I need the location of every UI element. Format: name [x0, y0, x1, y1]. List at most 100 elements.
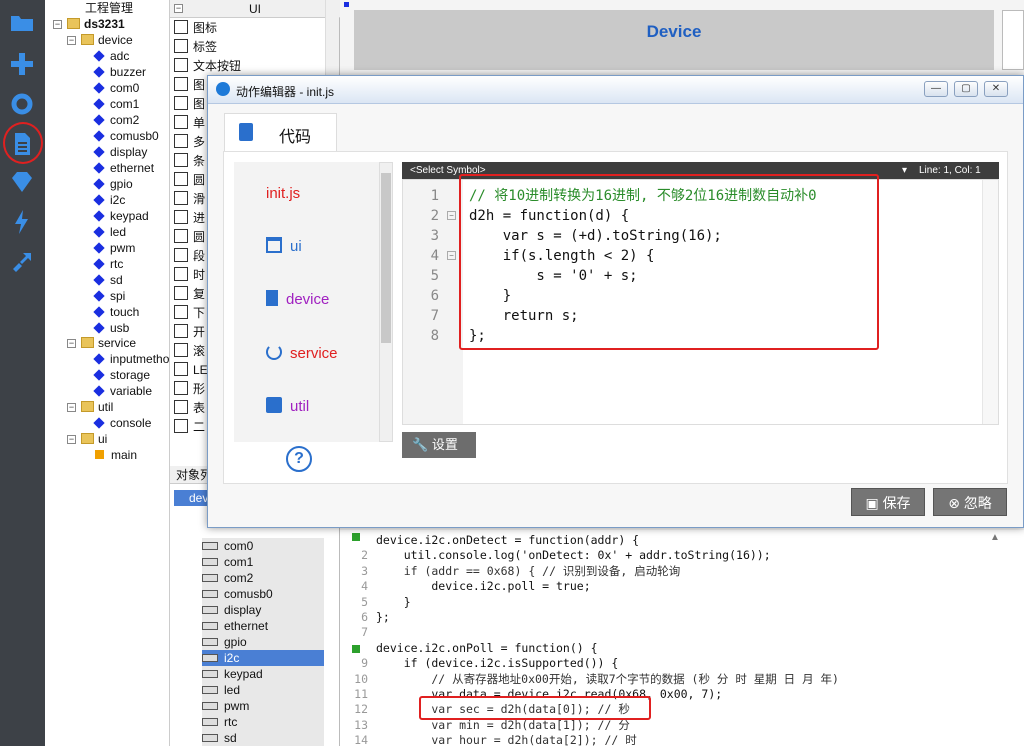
editor-code-line[interactable]: if(s.length < 2) {	[469, 246, 655, 266]
object-item-comusb0[interactable]: comusb0	[202, 586, 324, 602]
widget-item[interactable]: 文本按钮	[174, 57, 241, 76]
tree-root[interactable]: ds3231	[67, 16, 125, 32]
folder-icon[interactable]	[8, 8, 36, 36]
collapse-toggle[interactable]: −	[67, 435, 76, 444]
object-item-sd[interactable]: sd	[202, 730, 324, 746]
object-item-led[interactable]: led	[202, 682, 324, 698]
collapse-toggle[interactable]: −	[53, 20, 62, 29]
tree-item-storage[interactable]: storage	[93, 367, 150, 383]
object-item-i2c[interactable]: i2c	[202, 650, 324, 666]
collapse-toggle[interactable]: −	[67, 36, 76, 45]
widget-item[interactable]: 段	[174, 247, 205, 266]
help-icon[interactable]: ?	[286, 446, 312, 472]
editor-code-line[interactable]: s = '0' + s;	[469, 266, 637, 286]
object-item-com2[interactable]: com2	[202, 570, 324, 586]
widget-item[interactable]: 圆	[174, 171, 205, 190]
widget-item[interactable]: 下	[174, 304, 205, 323]
ignore-button[interactable]: ⊗ 忽略	[933, 488, 1007, 516]
dialog-titlebar[interactable]: 动作编辑器 - init.js — ▢ ✕	[208, 76, 1023, 104]
widget-item[interactable]: 滚	[174, 342, 205, 361]
editor-code-line[interactable]: };	[469, 326, 486, 346]
widget-item[interactable]: 图标	[174, 19, 217, 38]
widget-item[interactable]: 时	[174, 266, 205, 285]
nav-item-init[interactable]: init.js	[234, 174, 379, 214]
tree-item-adc[interactable]: adc	[93, 48, 129, 64]
fold-toggle[interactable]: −	[447, 251, 456, 260]
editor-code-line[interactable]: }	[469, 286, 511, 306]
widget-item[interactable]: LE	[174, 361, 208, 380]
selection-handle[interactable]	[344, 2, 349, 7]
plus-icon[interactable]	[8, 50, 36, 78]
editor-code-line[interactable]: var s = (+d).toString(16);	[469, 226, 722, 246]
fold-toggle[interactable]: −	[447, 211, 456, 220]
widget-item[interactable]: 二	[174, 418, 205, 437]
nav-scrollbar[interactable]	[379, 162, 393, 442]
tree-item-console[interactable]: console	[93, 415, 151, 431]
minimize-button[interactable]: —	[924, 81, 948, 97]
widget-item[interactable]: 条	[174, 152, 205, 171]
object-item-keypad[interactable]: keypad	[202, 666, 324, 682]
tree-item-spi[interactable]: spi	[93, 288, 125, 304]
maximize-button[interactable]: ▢	[954, 81, 978, 97]
tree-item-i2c[interactable]: i2c	[93, 192, 125, 208]
tree-folder-util[interactable]: util	[81, 399, 113, 415]
tree-item-ethernet[interactable]: ethernet	[93, 160, 154, 176]
tree-item-com2[interactable]: com2	[93, 112, 139, 128]
settings-button[interactable]: 🔧 设置	[402, 432, 476, 458]
tree-item-inputmetho[interactable]: inputmetho	[93, 351, 169, 367]
gear-icon[interactable]	[8, 90, 36, 118]
scroll-up-arrow[interactable]: ▲	[990, 532, 1004, 546]
object-item-display[interactable]: display	[202, 602, 324, 618]
tree-item-sd[interactable]: sd	[93, 272, 123, 288]
nav-item-device[interactable]: device	[234, 280, 379, 320]
widget-item[interactable]: 标签	[174, 38, 217, 57]
object-item-com1[interactable]: com1	[202, 554, 324, 570]
tree-item-usb[interactable]: usb	[93, 320, 129, 336]
object-item-rtc[interactable]: rtc	[202, 714, 324, 730]
nav-item-util[interactable]: util	[234, 387, 379, 427]
widget-item[interactable]: 复	[174, 285, 205, 304]
deploy-icon[interactable]	[8, 248, 36, 276]
tree-folder-ui[interactable]: ui	[81, 431, 107, 447]
widget-item[interactable]: 圆	[174, 228, 205, 247]
collapse-toggle[interactable]: −	[174, 4, 183, 13]
object-item-com0[interactable]: com0	[202, 538, 324, 554]
widget-item[interactable]: 表	[174, 399, 205, 418]
scrollbar-thumb[interactable]	[381, 173, 391, 343]
tree-folder-device[interactable]: device	[81, 32, 133, 48]
collapse-toggle[interactable]: −	[67, 403, 76, 412]
collapse-toggle[interactable]: −	[67, 339, 76, 348]
tree-item-variable[interactable]: variable	[93, 383, 152, 399]
editor-code-line[interactable]: // 将10进制转换为16进制, 不够2位16进制数自动补0	[469, 186, 817, 206]
close-button[interactable]: ✕	[984, 81, 1008, 97]
object-item-gpio[interactable]: gpio	[202, 634, 324, 650]
tree-item-touch[interactable]: touch	[93, 304, 139, 320]
tree-item-display[interactable]: display	[93, 144, 147, 160]
tree-item-com1[interactable]: com1	[93, 96, 139, 112]
widget-item[interactable]: 单	[174, 114, 205, 133]
editor-scrollbar[interactable]	[982, 180, 998, 424]
tree-item-led[interactable]: led	[93, 224, 126, 240]
tree-item-keypad[interactable]: keypad	[93, 208, 149, 224]
widget-item[interactable]: 多	[174, 133, 205, 152]
tree-folder-service[interactable]: service	[81, 335, 136, 351]
save-button[interactable]: ▣ 保存	[851, 488, 925, 516]
tab-code[interactable]: 代码	[224, 113, 337, 151]
tree-item-buzzer[interactable]: buzzer	[93, 64, 146, 80]
widget-item[interactable]: 图	[174, 95, 205, 114]
widget-item[interactable]: 进	[174, 209, 205, 228]
nav-item-service[interactable]: service	[234, 334, 379, 374]
code-editor[interactable]: 1 2 3 4 5 6 7 8 − − // 将10进制转换为16进制, 不够2位16进制数自动补…	[402, 174, 999, 425]
tree-item-com0[interactable]: com0	[93, 80, 139, 96]
widget-item[interactable]: 滑	[174, 190, 205, 209]
nav-item-ui[interactable]: ui	[234, 227, 379, 267]
widget-item[interactable]: 形	[174, 380, 205, 399]
object-item-ethernet[interactable]: ethernet	[202, 618, 324, 634]
lightning-icon[interactable]	[8, 208, 36, 236]
object-item-pwm[interactable]: pwm	[202, 698, 324, 714]
editor-code-line[interactable]: return s;	[469, 306, 579, 326]
tree-item-gpio[interactable]: gpio	[93, 176, 133, 192]
widget-item[interactable]: 图	[174, 76, 205, 95]
editor-code-line[interactable]: d2h = function(d) {	[469, 206, 629, 226]
tree-item-rtc[interactable]: rtc	[93, 256, 123, 272]
